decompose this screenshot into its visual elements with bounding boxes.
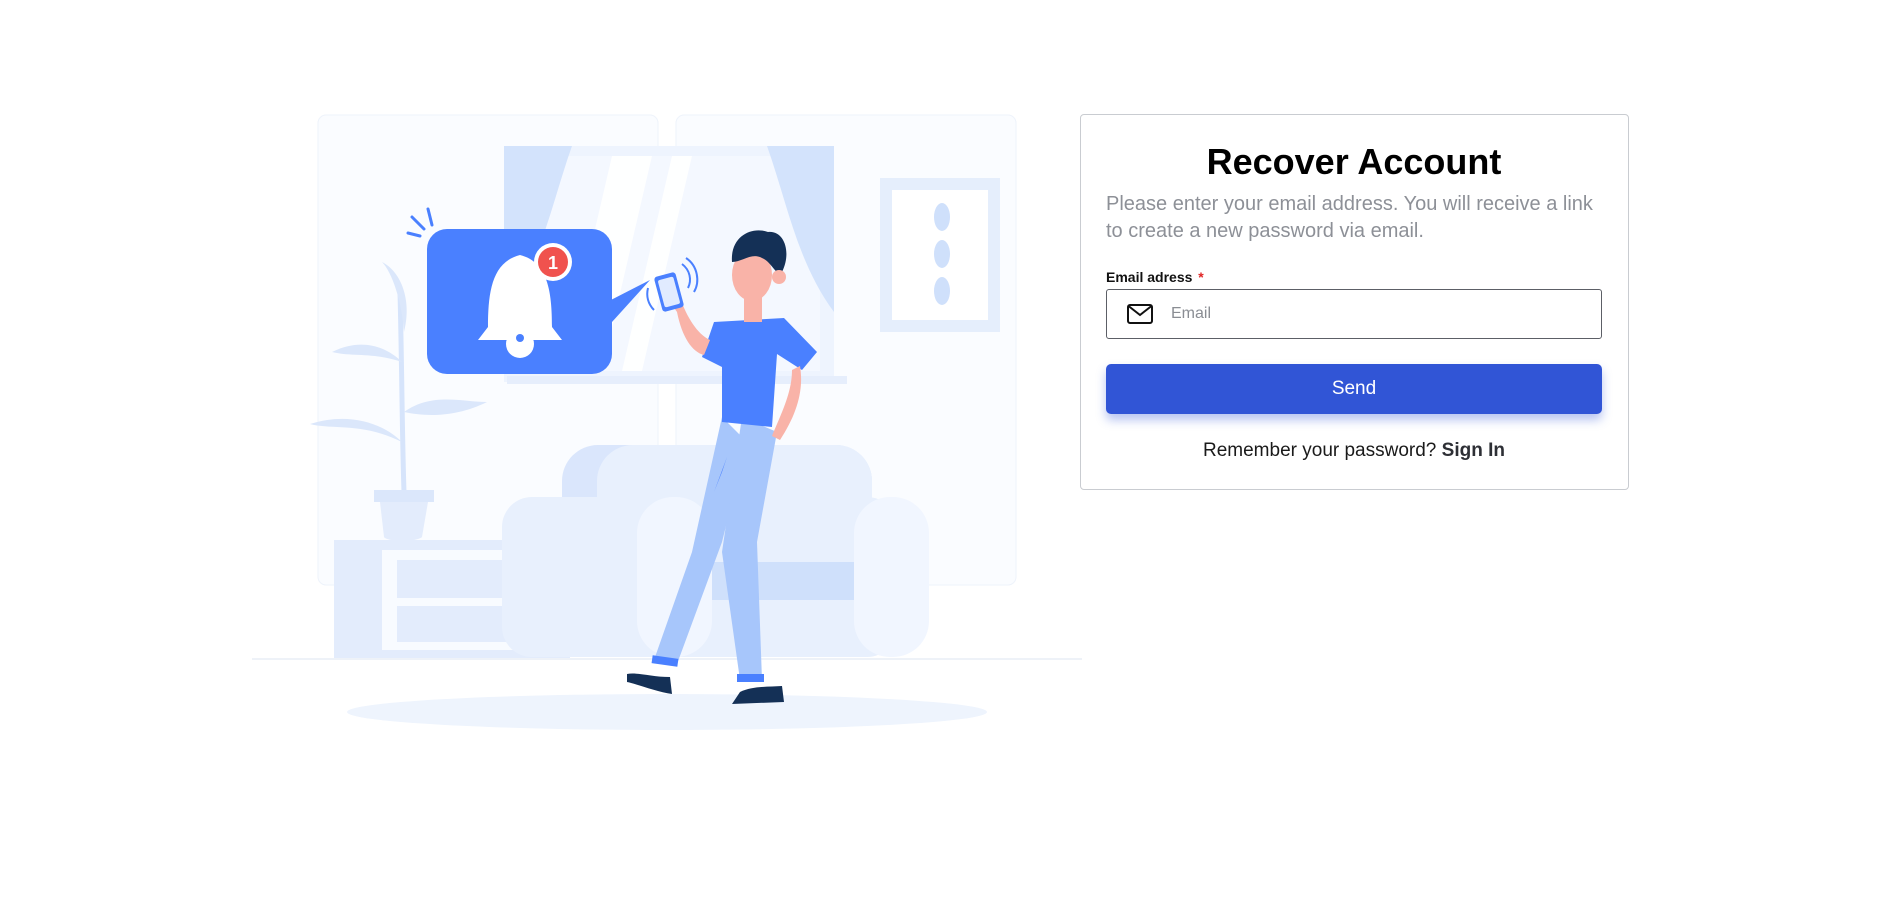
- instructions-text: Please enter your email address. You wil…: [1106, 193, 1593, 242]
- page-title: Recover Account: [1206, 141, 1502, 182]
- email-input[interactable]: [1169, 289, 1601, 339]
- signin-prompt-text: Remember your password?: [1203, 440, 1437, 461]
- notification-illustration: 1: [252, 112, 1082, 737]
- email-label-text: Email adress: [1106, 269, 1193, 285]
- email-label: Email adress *: [1106, 269, 1602, 285]
- required-marker: *: [1198, 269, 1204, 285]
- recover-account-card: Recover Account Please enter your email …: [1080, 114, 1629, 490]
- signin-prompt: Remember your password? Sign In: [1106, 440, 1602, 462]
- send-button[interactable]: Send: [1106, 364, 1602, 414]
- notification-count-badge: 1: [548, 253, 558, 273]
- recover-account-page: 1 Recover Account Please enter your emai…: [0, 0, 1881, 911]
- mail-icon: [1127, 304, 1153, 324]
- email-field[interactable]: [1106, 289, 1602, 339]
- sign-in-link[interactable]: Sign In: [1442, 440, 1505, 461]
